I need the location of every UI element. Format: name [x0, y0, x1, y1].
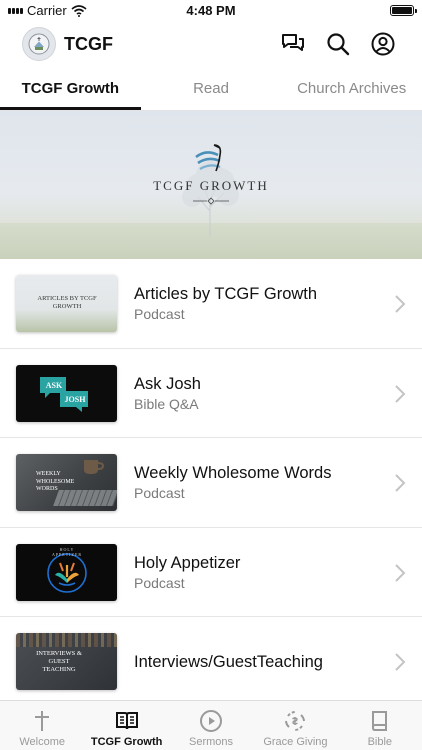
nav-welcome[interactable]: Welcome [0, 701, 84, 750]
tcgf-growth-banner: TCGF GROWTH [0, 111, 422, 259]
chevron-right-icon [395, 295, 406, 313]
coffee-cup-icon [84, 460, 105, 474]
holy-appetizer-thumbnail: HOLY APPETIZER [16, 543, 117, 601]
cross-icon [35, 711, 50, 731]
tab-church-archives[interactable]: Church Archives [281, 70, 422, 110]
chevron-right-icon [395, 563, 406, 582]
list-item-weekly-wholesome-words[interactable]: WEEKLY WHOLESOME WORDS Weekly Wholesome … [0, 438, 422, 528]
growth-logo-icon [195, 144, 222, 172]
nav-label: Sermons [189, 736, 234, 748]
item-subtitle: Podcast [134, 485, 185, 501]
nav-bible[interactable]: Bible [338, 701, 422, 750]
weekly-thumbnail: WEEKLY WHOLESOME WORDS [16, 454, 117, 511]
battery-icon [390, 5, 417, 16]
giving-icon [285, 711, 306, 731]
ask-josh-thumb-text-1: ASK [45, 380, 63, 390]
book-icon [371, 711, 387, 731]
nav-label: Welcome [19, 736, 66, 748]
nav-label: Bible [367, 736, 393, 748]
chat-icon[interactable] [280, 31, 306, 57]
item-subtitle: Podcast [134, 574, 185, 591]
content-list: ARTICLES BY TCGF GROWTH Articles by TCGF… [0, 259, 422, 707]
list-item-interviews[interactable]: INTERVIEWS & GUEST TEACHING Interviews/G… [0, 617, 422, 707]
articles-thumb-text: ARTICLES BY TCGF GROWTH [37, 295, 97, 310]
item-title: Weekly Wholesome Words [134, 464, 332, 482]
church-seal-icon [28, 33, 50, 55]
item-title: Interviews/GuestTeaching [134, 653, 323, 671]
banner-ornament [193, 197, 229, 205]
nav-grace-giving[interactable]: Grace Giving [253, 701, 337, 750]
status-time: 4:48 PM [186, 3, 236, 18]
play-circle-icon [200, 710, 223, 732]
nav-sermons[interactable]: Sermons [169, 701, 253, 750]
bottom-nav: Welcome TCGF Growth Sermons Grace Giving… [0, 700, 422, 750]
list-item-holy-appetizer[interactable]: HOLY APPETIZER Holy Appetizer Podcast [0, 527, 422, 617]
list-item-articles[interactable]: ARTICLES BY TCGF GROWTH Articles by TCGF… [0, 259, 422, 349]
item-title: Holy Appetizer [134, 553, 241, 572]
item-subtitle: Podcast [134, 306, 185, 322]
nav-tcgf-growth[interactable]: TCGF Growth [84, 701, 168, 750]
church-logo[interactable] [22, 27, 56, 61]
item-title: Ask Josh [134, 374, 201, 393]
list-item-ask-josh[interactable]: ASK JOSH Ask Josh Bible Q&A [0, 348, 422, 438]
nav-label: Grace Giving [263, 736, 328, 748]
interviews-thumbnail: INTERVIEWS & GUEST TEACHING [16, 633, 117, 690]
articles-thumbnail: ARTICLES BY TCGF GROWTH [16, 275, 117, 332]
ask-josh-thumbnail: ASK JOSH [16, 364, 117, 422]
app-header: TCGF [0, 22, 422, 66]
profile-icon[interactable] [370, 31, 396, 57]
item-title: Articles by TCGF Growth [134, 285, 318, 303]
holy-appetizer-thumb-text: HOLY APPETIZER [51, 546, 83, 557]
chevron-right-icon [395, 384, 406, 403]
open-book-icon [115, 712, 138, 730]
chevron-right-icon [395, 474, 406, 492]
app-title: TCGF [64, 34, 113, 54]
ask-josh-thumb-text-2: JOSH [64, 394, 86, 404]
interviews-thumb-text: INTERVIEWS & GUEST TEACHING [36, 650, 82, 673]
nav-label: TCGF Growth [90, 736, 163, 748]
search-icon[interactable] [325, 31, 351, 57]
tab-bar: TCGF Growth Read Church Archives [0, 70, 422, 110]
status-bar: Carrier 4:48 PM [0, 0, 422, 22]
bookshelf-shape [16, 633, 117, 647]
chevron-right-icon [395, 653, 406, 671]
banner-title: TCGF GROWTH [153, 178, 269, 193]
tab-tcgf-growth[interactable]: TCGF Growth [0, 70, 141, 110]
item-subtitle: Bible Q&A [134, 395, 199, 412]
tab-read[interactable]: Read [141, 70, 282, 110]
weekly-thumb-text: WEEKLY WHOLESOME WORDS [36, 471, 75, 492]
